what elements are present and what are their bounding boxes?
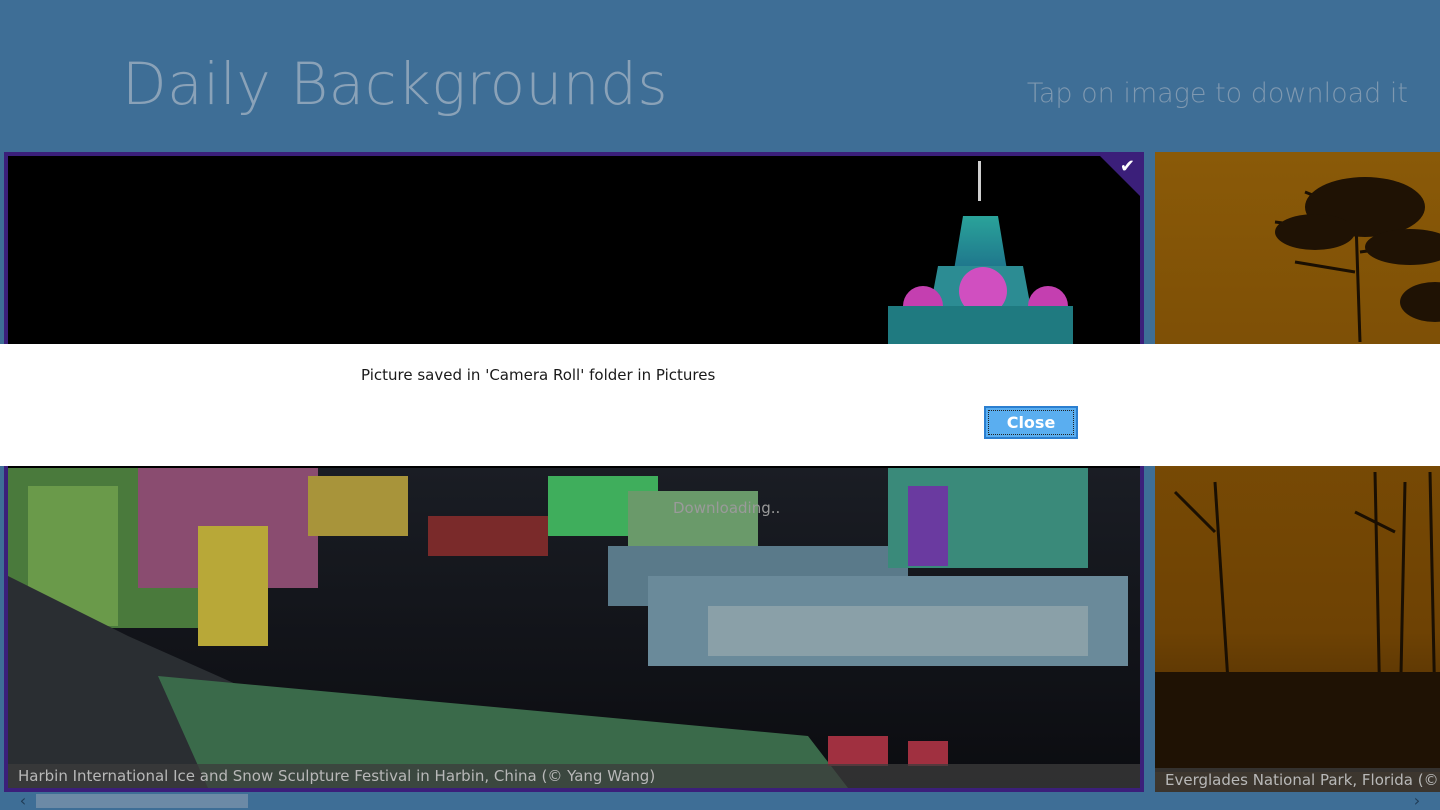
image-tile-harbin[interactable]: ✔ Downloading.. Harbin International Ice… <box>4 152 1144 792</box>
download-status: Downloading.. <box>673 499 781 517</box>
checkmark-icon: ✔ <box>1119 156 1135 177</box>
image-tile-everglades[interactable]: Everglades National Park, Florida (© Ang… <box>1155 152 1440 792</box>
page-title: Daily Backgrounds <box>122 50 669 118</box>
dialog-message: Picture saved in 'Camera Roll' folder in… <box>361 366 716 384</box>
close-button[interactable]: Close <box>984 406 1078 439</box>
scroll-thumb[interactable] <box>36 794 248 808</box>
scroll-right-icon[interactable]: › <box>1408 792 1426 810</box>
everglades-image <box>1155 177 1440 772</box>
message-dialog: Picture saved in 'Camera Roll' folder in… <box>0 344 1440 466</box>
image-caption: Harbin International Ice and Snow Sculpt… <box>8 764 1140 788</box>
horizontal-scrollbar[interactable]: ‹ › <box>0 792 1440 810</box>
scroll-left-icon[interactable]: ‹ <box>14 792 32 810</box>
image-caption: Everglades National Park, Florida (© Ang… <box>1155 768 1440 792</box>
harbin-image <box>8 156 1140 788</box>
tap-hint: Tap on image to download it <box>1026 78 1408 109</box>
